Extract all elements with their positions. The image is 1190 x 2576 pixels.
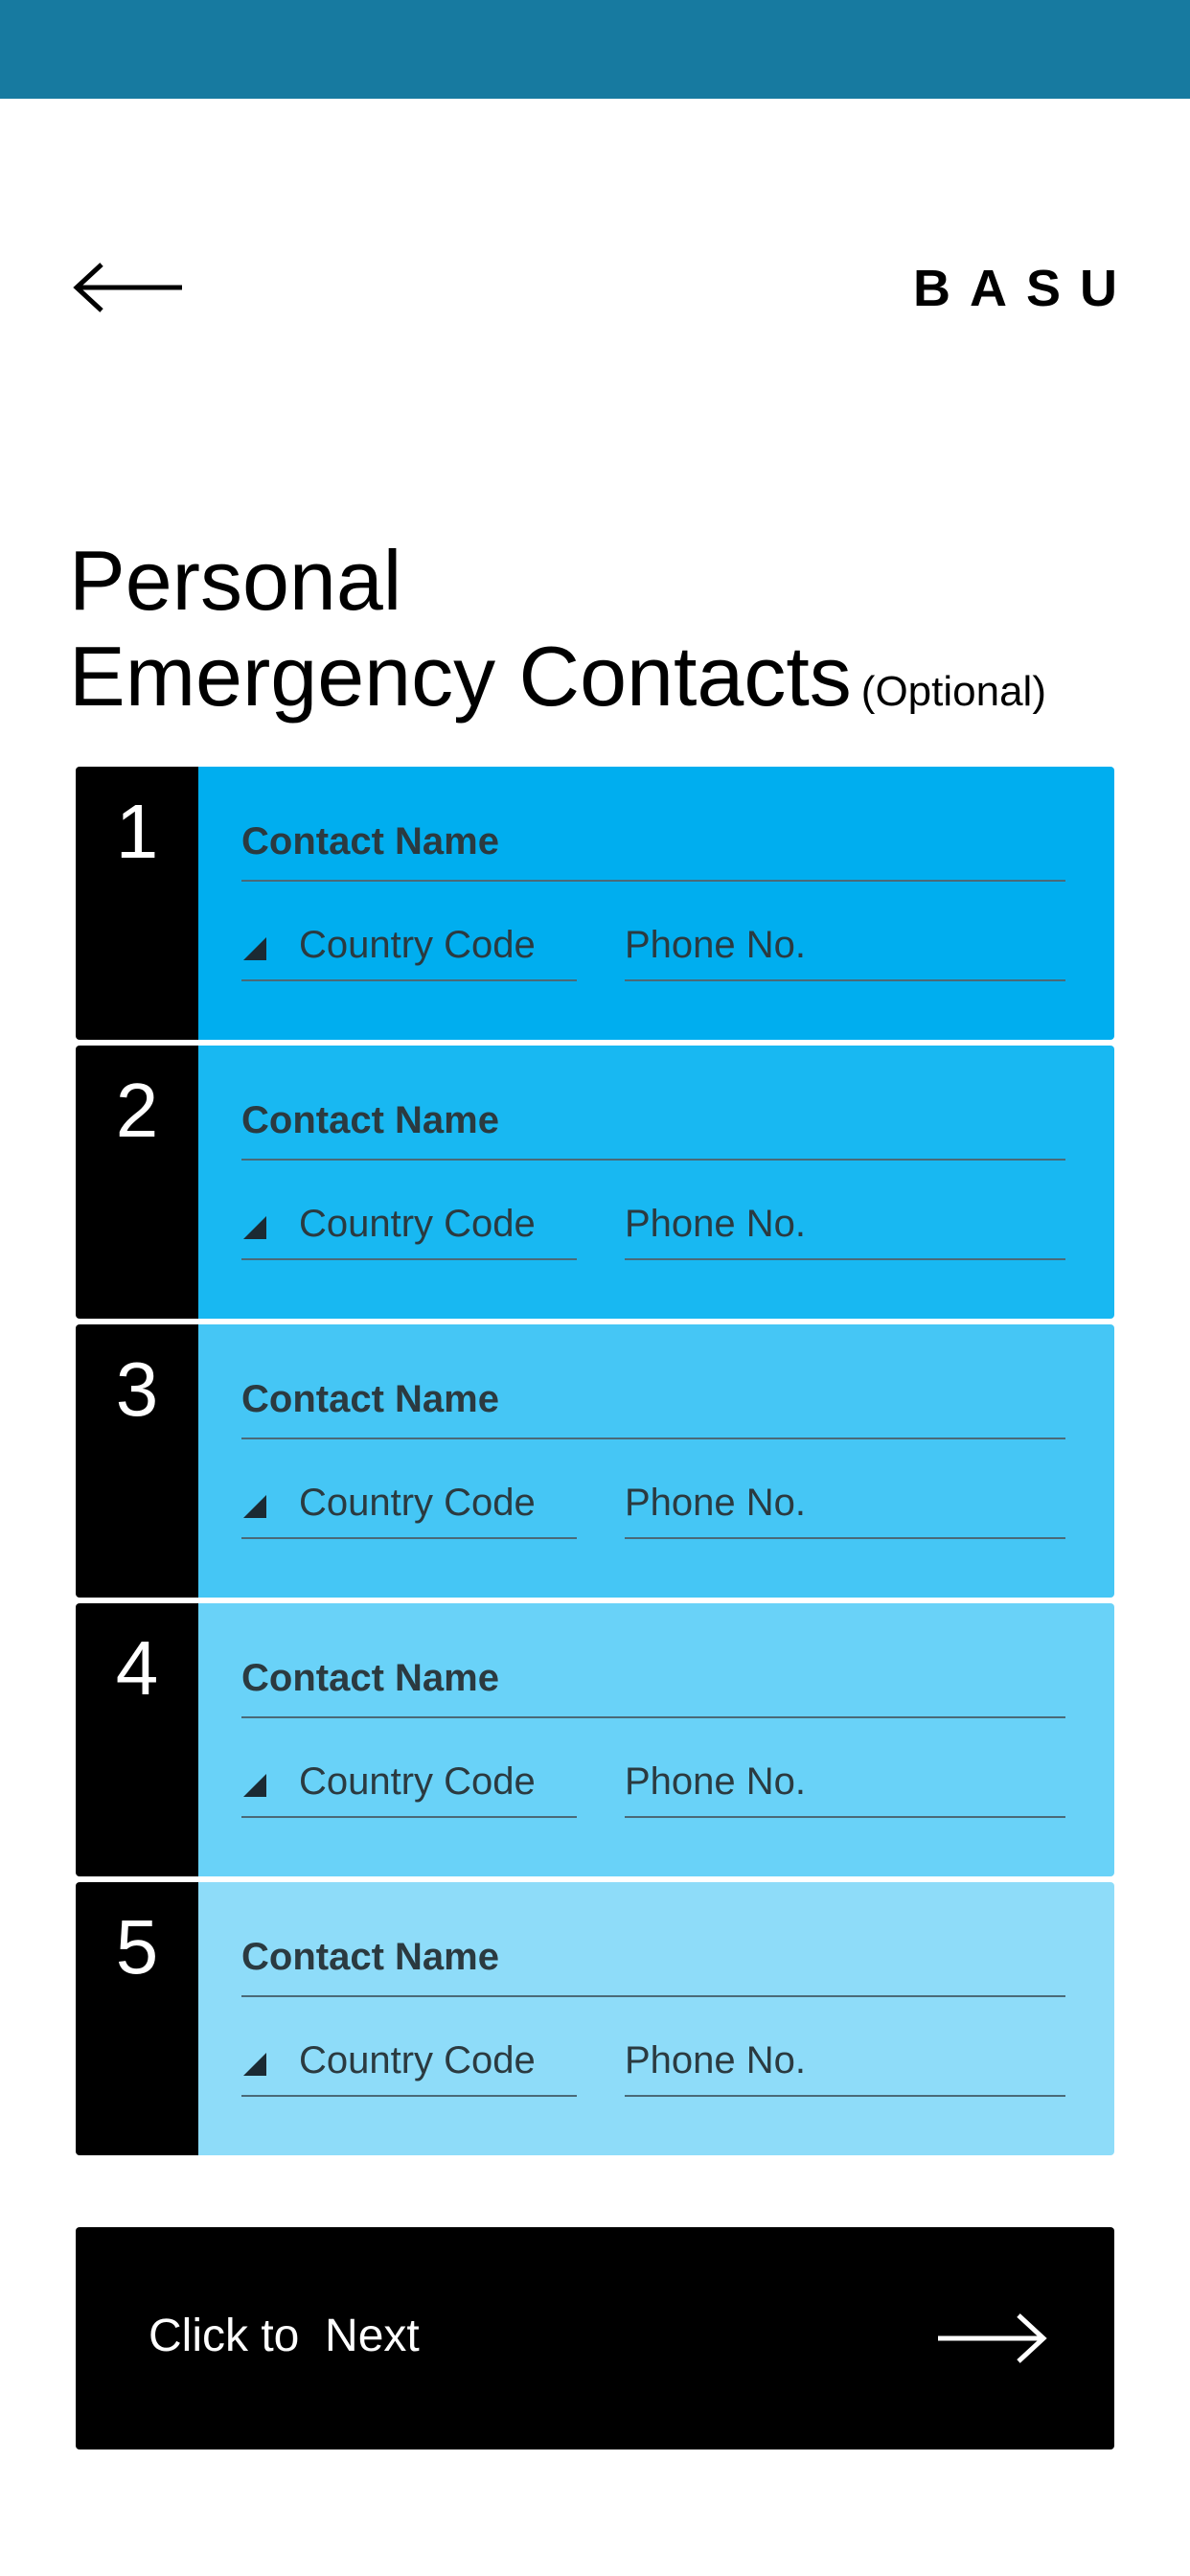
status-bar [0,0,1190,99]
country-code-placeholder: Country Code [299,2039,536,2082]
country-code-placeholder: Country Code [299,1760,536,1803]
page-title-line2: Emergency Contacts (Optional) [69,629,1046,740]
dropdown-triangle-icon [243,2053,266,2076]
page-title-main: Emergency Contacts [69,629,852,724]
page-title: Personal Emergency Contacts (Optional) [69,533,1046,740]
contact-fields: Contact Name Country Code Phone No. [198,767,1114,1040]
dropdown-triangle-icon [243,1774,266,1797]
dropdown-triangle-icon [243,1495,266,1518]
contact-card: 3 Contact Name Country Code Phone No. [76,1324,1114,1598]
country-code-select[interactable]: Country Code [241,1470,577,1539]
contact-number: 5 [76,1882,198,2155]
next-button[interactable]: Click to Next [76,2227,1114,2450]
contact-card: 1 Contact Name Country Code Phone No. [76,767,1114,1040]
contact-number: 2 [76,1046,198,1319]
contact-card: 5 Contact Name Country Code Phone No. [76,1882,1114,2155]
next-button-label: Click to Next [149,2311,420,2361]
country-code-select[interactable]: Country Code [241,912,577,981]
optional-label: (Optional) [860,668,1046,715]
contact-number: 4 [76,1603,198,1876]
contact-fields: Contact Name Country Code Phone No. [198,1603,1114,1876]
country-code-select[interactable]: Country Code [241,1749,577,1818]
contact-name-input[interactable]: Contact Name [241,1372,1065,1439]
contact-name-input[interactable]: Contact Name [241,1930,1065,1997]
contact-card: 2 Contact Name Country Code Phone No. [76,1046,1114,1319]
phone-number-input[interactable]: Phone No. [625,1191,1065,1260]
brand-logo: BASU [912,260,1136,317]
contact-fields: Contact Name Country Code Phone No. [198,1324,1114,1598]
contact-name-input[interactable]: Contact Name [241,815,1065,882]
phone-number-input[interactable]: Phone No. [625,2028,1065,2097]
back-button[interactable] [73,259,186,316]
contact-name-input[interactable]: Contact Name [241,1651,1065,1718]
contact-fields: Contact Name Country Code Phone No. [198,1882,1114,2155]
country-code-select[interactable]: Country Code [241,1191,577,1260]
phone-number-input[interactable]: Phone No. [625,912,1065,981]
phone-number-input[interactable]: Phone No. [625,1470,1065,1539]
dropdown-triangle-icon [243,937,266,960]
country-code-select[interactable]: Country Code [241,2028,577,2097]
country-code-placeholder: Country Code [299,924,536,966]
contact-name-input[interactable]: Contact Name [241,1093,1065,1161]
country-code-placeholder: Country Code [299,1203,536,1245]
contact-card: 4 Contact Name Country Code Phone No. [76,1603,1114,1876]
dropdown-triangle-icon [243,1216,266,1239]
country-code-placeholder: Country Code [299,1482,536,1524]
contact-number: 3 [76,1324,198,1598]
contacts-list: 1 Contact Name Country Code Phone No. 2 … [76,767,1114,2161]
contact-fields: Contact Name Country Code Phone No. [198,1046,1114,1319]
page-title-line1: Personal [69,533,402,628]
arrow-left-icon [73,263,182,312]
contact-number: 1 [76,767,198,1040]
arrow-right-icon [938,2313,1047,2363]
phone-number-input[interactable]: Phone No. [625,1749,1065,1818]
